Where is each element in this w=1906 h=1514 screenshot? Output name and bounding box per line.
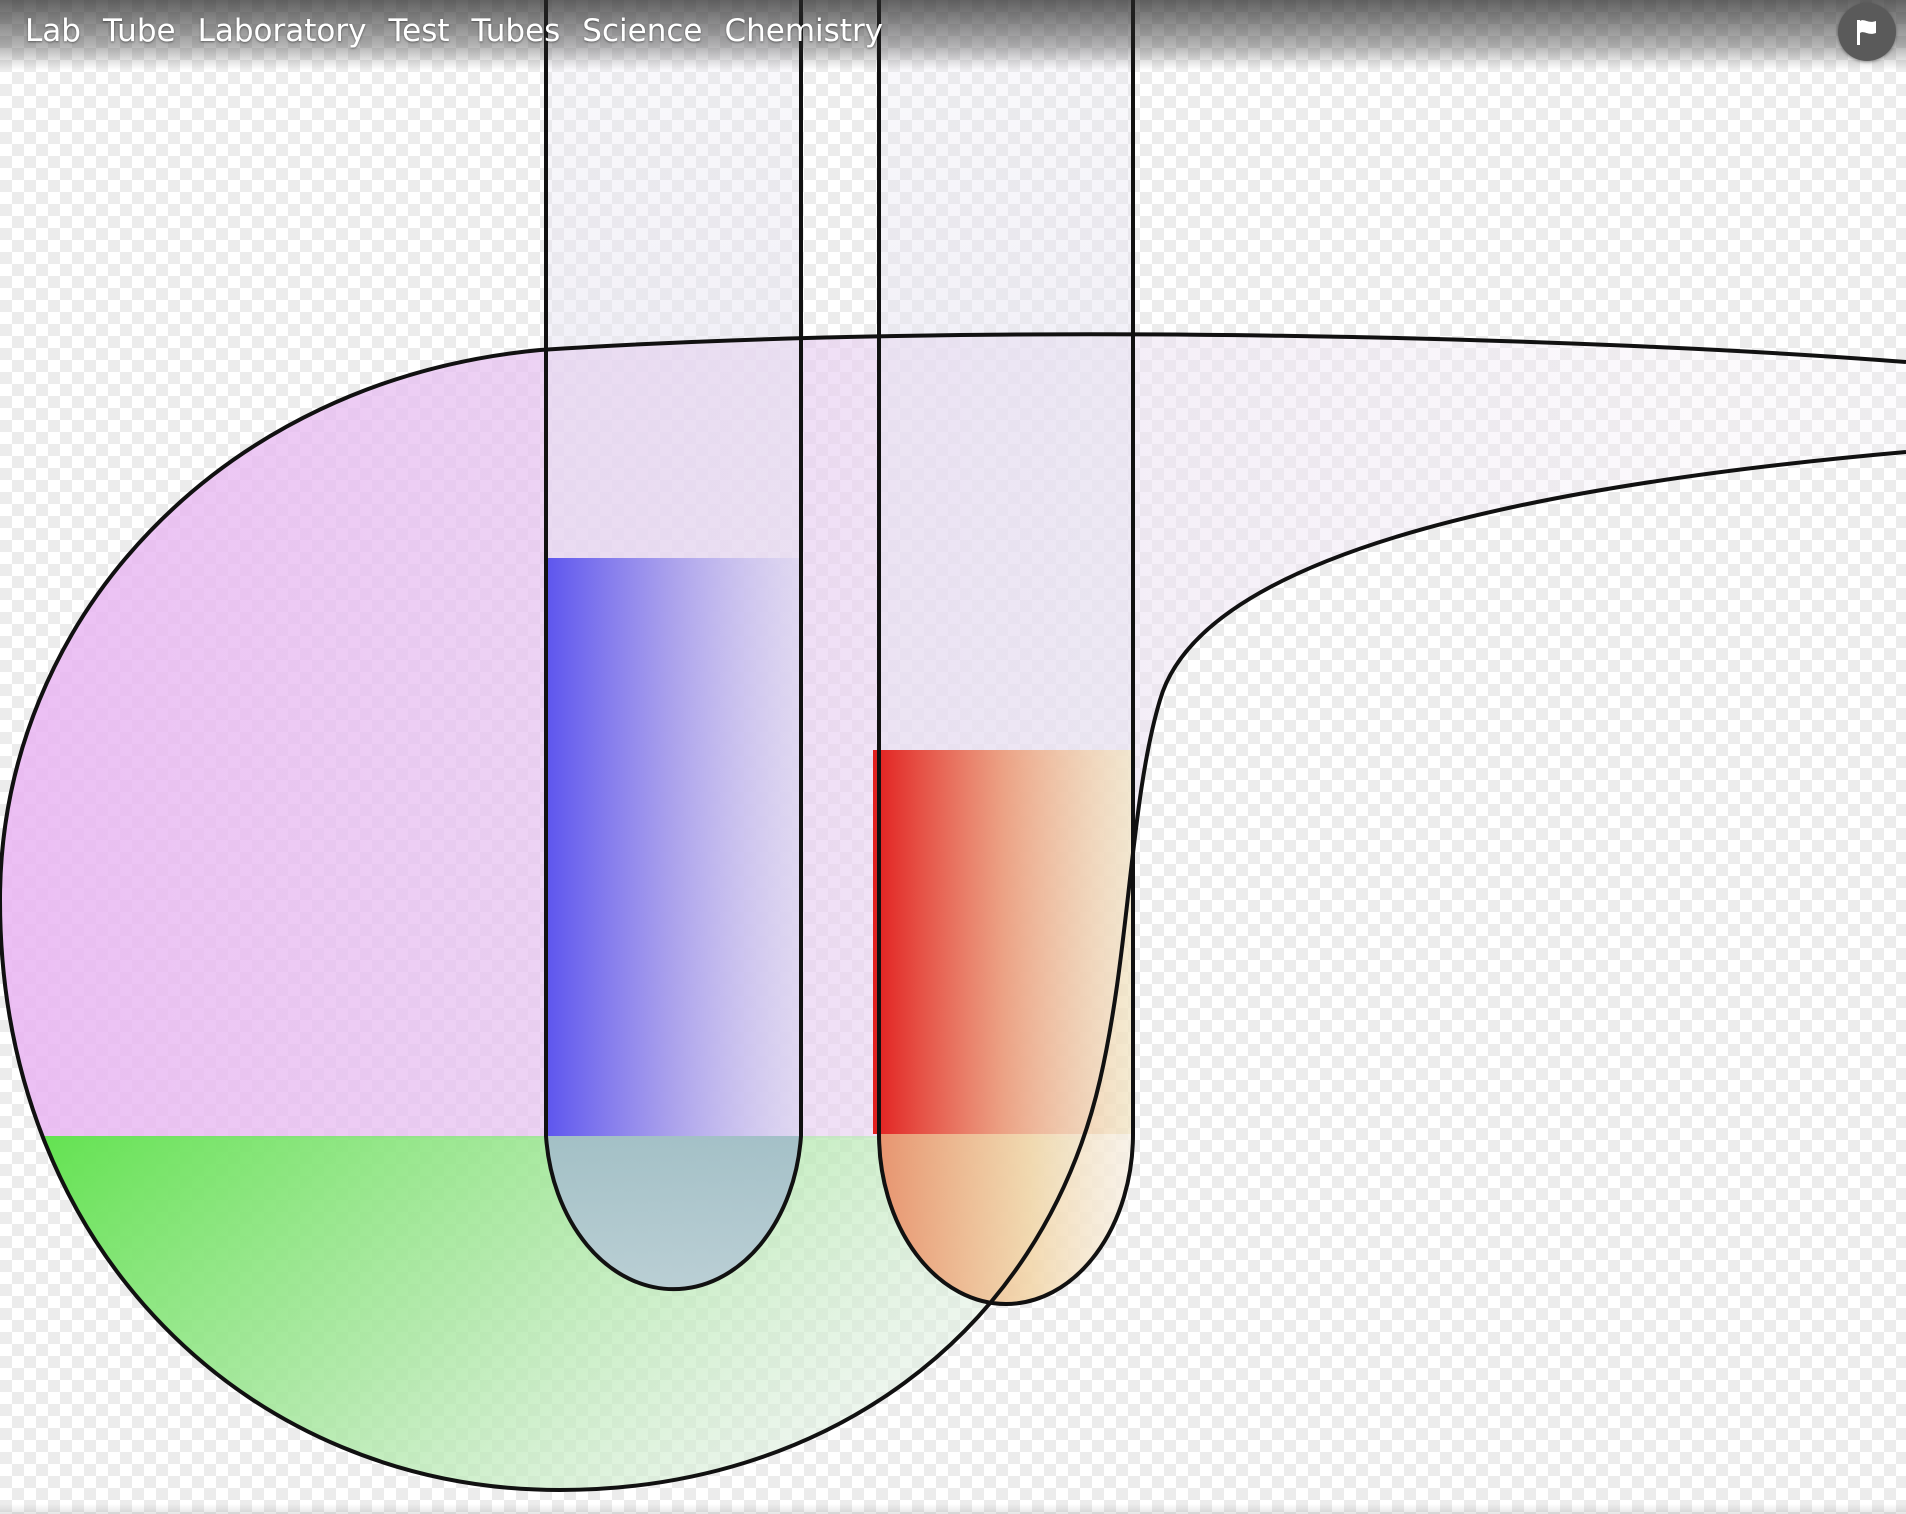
tag-tubes[interactable]: Tubes [461,8,572,54]
flag-icon [1857,20,1876,45]
report-flag-button[interactable] [1838,3,1896,61]
tag-laboratory[interactable]: Laboratory [187,8,378,54]
tag-lab[interactable]: Lab [14,8,92,54]
left-test-tube [544,0,803,1292]
tag-list: Lab Tube Laboratory Test Tubes Science C… [14,8,894,54]
tag-bar: Lab Tube Laboratory Test Tubes Science C… [0,0,1906,70]
viewer-bottom-edge [0,1504,1906,1514]
tag-chemistry[interactable]: Chemistry [713,8,894,54]
tag-test[interactable]: Test [377,8,460,54]
tag-tube[interactable]: Tube [92,8,187,54]
tag-science[interactable]: Science [571,8,713,54]
image-viewer: Lab Tube Laboratory Test Tubes Science C… [0,0,1906,1514]
test-tubes-illustration [0,0,1906,1493]
